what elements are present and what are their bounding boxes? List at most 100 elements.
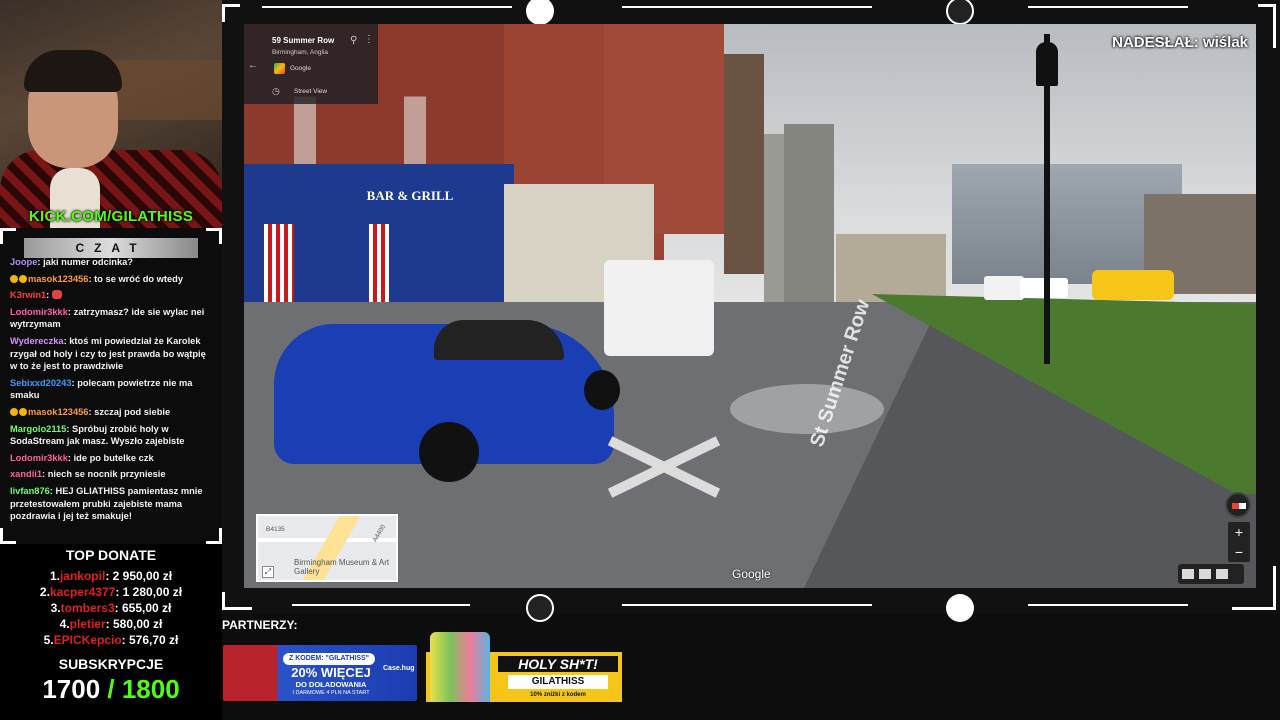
product-image bbox=[430, 632, 490, 702]
donate-row: 4.pletier: 580,00 zł bbox=[0, 616, 222, 632]
chat-username[interactable]: masok123456 bbox=[28, 274, 88, 284]
zoom-control: + − bbox=[1228, 522, 1250, 562]
frame-bar bbox=[1273, 566, 1276, 610]
webcam-feed: KICK.COM/GILATHISS bbox=[0, 0, 222, 228]
top-donate-list: 1.jankopil: 2 950,00 zł 2.kacper4377: 1 2… bbox=[0, 568, 222, 648]
donate-separator: : bbox=[115, 585, 123, 599]
frame-bar bbox=[262, 6, 512, 8]
logo-icon bbox=[526, 0, 554, 25]
donor-name: jankopil bbox=[59, 569, 106, 583]
promo-code: Z KODEM: "GILATHISS" bbox=[283, 653, 375, 665]
compass-icon[interactable] bbox=[1225, 492, 1251, 518]
promo-headline: 20% WIĘCEJ bbox=[291, 665, 371, 680]
minimap-road-label: B4135 bbox=[266, 526, 285, 533]
chat-username[interactable]: K3rwin1 bbox=[10, 290, 46, 300]
chat-message: xandii1: niech se nocnik przyniesie bbox=[10, 468, 212, 481]
donate-rank: 3. bbox=[50, 601, 61, 615]
badge-icon bbox=[19, 407, 27, 416]
minimap-poi-label: Birmingham Museum & Art Gallery bbox=[294, 558, 390, 576]
donor-name: kacper4377 bbox=[49, 585, 116, 599]
minimap[interactable]: B4135 A4400 Birmingham Museum & Art Gall… bbox=[256, 514, 398, 582]
chat-text: niech se nocnik przyniesie bbox=[47, 469, 166, 480]
frame-bar bbox=[1028, 604, 1188, 606]
frame-bar bbox=[292, 604, 470, 606]
chat-message: Joope: jaki numer odcinka? bbox=[10, 256, 212, 269]
compass-needle bbox=[1232, 503, 1246, 509]
chat-username[interactable]: masok123456 bbox=[28, 407, 88, 417]
partners-label: PARTNERZY: bbox=[222, 618, 298, 632]
chat-username[interactable]: Sebixxd20243 bbox=[10, 378, 72, 388]
background-shelf bbox=[110, 60, 222, 120]
chat-text: szczaj pod siebie bbox=[94, 406, 171, 417]
white-van bbox=[604, 260, 714, 356]
donate-row: 5.EPICKepcio: 576,70 zł bbox=[0, 632, 222, 648]
expand-map-icon[interactable]: ⤢ bbox=[262, 566, 274, 578]
chat-message: Lodomir3kkk: ide po butelke czk bbox=[10, 452, 212, 465]
chat-message: masok123456: szczaj pod siebie bbox=[10, 406, 212, 419]
zoom-out-button[interactable]: − bbox=[1228, 542, 1250, 562]
street-view-panorama[interactable]: BAR & GRILL St Summer Row ← 59 Summer Ro… bbox=[244, 24, 1256, 588]
badge-icon bbox=[10, 274, 18, 283]
back-arrow-icon[interactable]: ← bbox=[248, 60, 258, 71]
chat-username[interactable]: Lodomir3kkk bbox=[10, 307, 68, 317]
donate-rank: 5. bbox=[43, 633, 54, 647]
chat-username[interactable]: Wydereczka bbox=[10, 336, 64, 346]
location-pin-icon[interactable]: ⚲ bbox=[350, 35, 357, 46]
promo-code: GILATHISS bbox=[508, 675, 608, 689]
partner-banner-casehug[interactable]: Z KODEM: "GILATHISS" 20% WIĘCEJ DO DOŁAD… bbox=[223, 645, 417, 701]
donate-row: 2.kacper4377: 1 280,00 zł bbox=[0, 584, 222, 600]
subs-counter: 1700 / 1800 bbox=[0, 674, 222, 705]
partner-banner-holy[interactable]: HOLY SH*T! GILATHISS 10% zniżki z kodem bbox=[426, 632, 622, 704]
subs-goal: / 1800 bbox=[107, 674, 180, 704]
location-card[interactable]: ← 59 Summer Row Birmingham, Anglia ⚲ ⋮ G… bbox=[244, 24, 378, 104]
chat-panel: CZAT Joope: jaki numer odcinka? masok1234… bbox=[0, 228, 222, 544]
chat-message: Wydereczka: ktoś mi powiedział że Karole… bbox=[10, 335, 212, 373]
donate-amount: 655,00 zł bbox=[122, 601, 172, 615]
chat-username[interactable]: Joope bbox=[10, 257, 37, 267]
donate-rank: 2. bbox=[39, 585, 50, 599]
chat-username[interactable]: Lodomir3kkk bbox=[10, 453, 68, 463]
yellow-bus bbox=[1092, 270, 1174, 300]
tower-building bbox=[784, 124, 834, 304]
street-view-label: Street View bbox=[294, 88, 328, 95]
google-maps-icon bbox=[274, 63, 285, 74]
promo-line: I DARMOWE 4 PLN NA START bbox=[292, 690, 370, 696]
zoom-in-button[interactable]: + bbox=[1228, 522, 1250, 542]
promo-note: 10% zniżki z kodem bbox=[530, 692, 586, 698]
chat-message: K3rwin1: bbox=[10, 289, 212, 302]
history-clock-icon[interactable]: ◷ bbox=[272, 86, 280, 97]
chat-corner-tr bbox=[206, 228, 222, 244]
layers-button[interactable] bbox=[1178, 564, 1244, 584]
more-options-icon[interactable]: ⋮ bbox=[364, 34, 374, 45]
chat-corner-tl bbox=[0, 228, 16, 244]
layer-icon bbox=[1216, 569, 1228, 579]
channel-url: KICK.COM/GILATHISS bbox=[28, 208, 194, 225]
chat-message: Lodomir3kkk: zatrzymasz? ide sie wylac n… bbox=[10, 306, 212, 331]
chat-message: masok123456: to se wróć do wtedy bbox=[10, 273, 212, 286]
donate-amount: 580,00 zł bbox=[113, 617, 163, 631]
layer-icon bbox=[1199, 569, 1211, 579]
chat-username[interactable]: Margolo2115 bbox=[10, 424, 66, 434]
subs-current: 1700 bbox=[42, 674, 101, 704]
donate-separator: : bbox=[121, 633, 129, 647]
chat-message: Sebixxd20243: polecam powietrze nie ma s… bbox=[10, 377, 212, 402]
submitted-by-label: NADESŁAŁ: wiślak bbox=[1112, 34, 1248, 51]
navigation-arrow-icon[interactable] bbox=[730, 384, 884, 434]
donate-amount: 1 280,00 zł bbox=[122, 585, 183, 599]
chat-username[interactable]: livfan876 bbox=[10, 486, 50, 496]
provider-label[interactable]: Google bbox=[290, 65, 311, 72]
donate-amount: 576,70 zł bbox=[129, 633, 179, 647]
van bbox=[984, 276, 1024, 300]
badge-icon bbox=[19, 274, 27, 283]
shop-sign: BAR & GRILL bbox=[366, 188, 454, 203]
chat-text: ide po butelke czk bbox=[73, 452, 154, 463]
frame-bar bbox=[622, 6, 872, 8]
promo-line: DO DOŁADOWANIA bbox=[295, 680, 367, 689]
frame-bar bbox=[222, 607, 252, 610]
chat-username[interactable]: xandii1 bbox=[10, 469, 42, 479]
city-text: Birmingham, Anglia bbox=[272, 49, 328, 56]
top-donate-panel: TOP DONATE 1.jankopil: 2 950,00 zł 2.kacp… bbox=[0, 544, 222, 720]
frame-bar bbox=[1232, 607, 1276, 610]
car-windows bbox=[434, 320, 564, 360]
layer-icon bbox=[1182, 569, 1194, 579]
